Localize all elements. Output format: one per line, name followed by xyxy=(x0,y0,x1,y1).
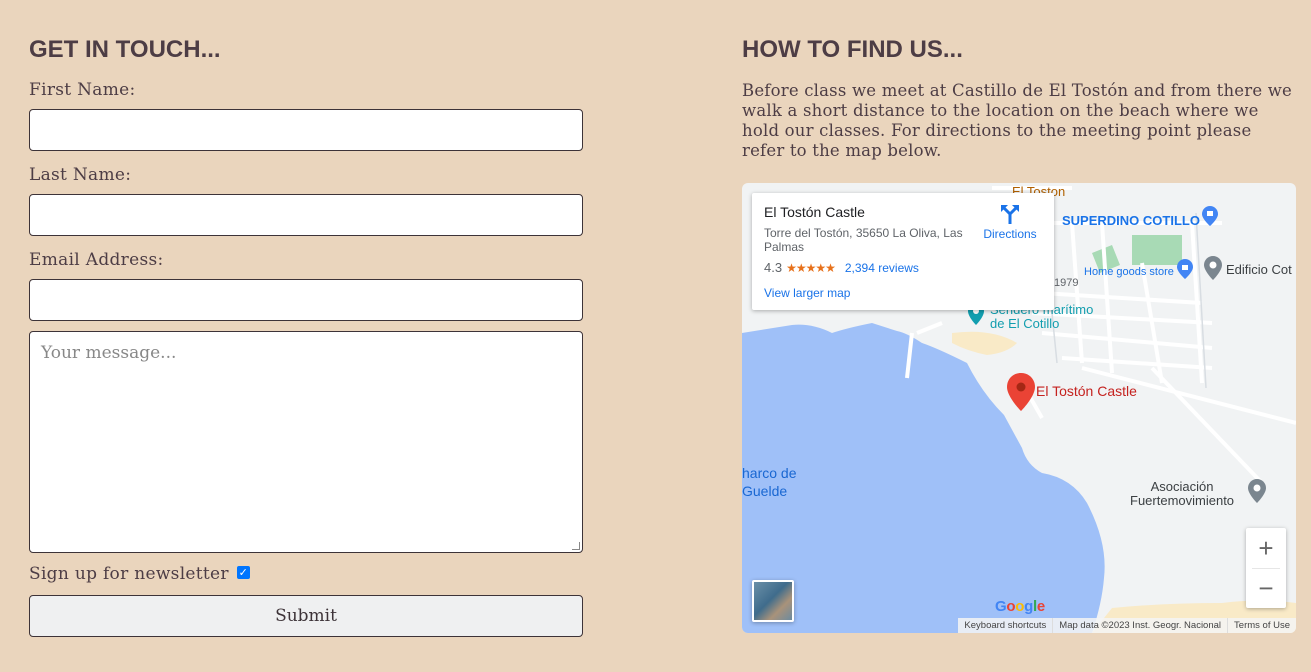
zoom-controls: + − xyxy=(1246,528,1286,608)
newsletter-label: Sign up for newsletter xyxy=(29,564,229,584)
terms-link[interactable]: Terms of Use xyxy=(1227,618,1296,633)
find-us-description: Before class we meet at Castillo de El T… xyxy=(742,81,1293,160)
place-rating: 4.3 ★★★★★ 2,394 reviews xyxy=(764,260,919,275)
map-data-text: Map data ©2023 Inst. Geogr. Nacional xyxy=(1052,618,1227,633)
google-logo: Google xyxy=(995,598,1045,615)
message-textarea[interactable]: Your message... xyxy=(29,331,583,553)
rating-value: 4.3 xyxy=(764,260,783,275)
map-label-asociacion[interactable]: Asociación Fuertemovimiento xyxy=(1130,480,1234,508)
place-address: Torre del Tostón, 35650 La Oliva, Las Pa… xyxy=(764,226,963,254)
store-pin-icon[interactable] xyxy=(1177,259,1193,279)
first-name-label: First Name: xyxy=(29,80,136,100)
directions-label: Directions xyxy=(983,227,1037,241)
map-label-castle[interactable]: El Tostón Castle xyxy=(1036,383,1137,399)
map-label-charco: harco de Guelde xyxy=(742,464,796,500)
map-label-home-goods[interactable]: Home goods store xyxy=(1084,266,1174,278)
zoom-divider xyxy=(1252,568,1280,569)
message-placeholder: Your message... xyxy=(41,343,177,363)
email-label: Email Address: xyxy=(29,250,164,270)
map-attribution: Keyboard shortcuts Map data ©2023 Inst. … xyxy=(958,618,1296,633)
submit-button[interactable]: Submit xyxy=(29,595,583,637)
charco-line-2: Guelde xyxy=(742,483,788,499)
sendero-line-2: de El Cotillo xyxy=(990,316,1060,331)
map-label-year: 1979 xyxy=(1054,277,1079,289)
satellite-toggle-button[interactable] xyxy=(752,580,794,622)
resize-handle[interactable] xyxy=(572,542,580,550)
place-info-card: El Tostón Castle Torre del Tostón, 35650… xyxy=(752,193,1054,310)
reviews-link[interactable]: 2,394 reviews xyxy=(845,261,919,275)
newsletter-checkbox[interactable]: ✓ xyxy=(236,565,250,579)
email-input[interactable] xyxy=(29,279,583,321)
asociacion-line-2: Fuertemovimiento xyxy=(1130,493,1235,508)
directions-icon xyxy=(1001,205,1019,224)
place-name: El Tostón Castle xyxy=(764,204,865,220)
shopping-pin-icon[interactable] xyxy=(1202,206,1218,226)
zoom-in-button[interactable]: + xyxy=(1246,528,1286,568)
location-marker-icon[interactable] xyxy=(1007,373,1035,411)
asociacion-line-1: Asociación xyxy=(1150,479,1214,494)
last-name-label: Last Name: xyxy=(29,165,132,185)
rating-stars-icon: ★★★★★ xyxy=(786,260,836,275)
newsletter-row: Sign up for newsletter ✓ xyxy=(29,563,583,585)
map-label-superdino[interactable]: SUPERDINO COTILLO xyxy=(1062,213,1200,228)
map-label-edificio[interactable]: Edificio Cot xyxy=(1226,262,1292,277)
find-us-section: HOW TO FIND US... Before class we meet a… xyxy=(742,34,1296,633)
contact-heading: GET IN TOUCH... xyxy=(29,36,221,63)
park-area xyxy=(1132,235,1182,265)
beach-patch xyxy=(952,331,1017,355)
building-pin-icon[interactable] xyxy=(1204,256,1222,280)
zoom-out-button[interactable]: − xyxy=(1246,568,1286,608)
view-larger-map-link[interactable]: View larger map xyxy=(764,286,850,300)
keyboard-shortcuts-link[interactable]: Keyboard shortcuts xyxy=(958,618,1052,633)
directions-button[interactable]: Directions xyxy=(980,203,1040,241)
last-name-input[interactable] xyxy=(29,194,583,236)
embedded-map[interactable]: El Toston SUPERDINO COTILLO Home goods s… xyxy=(742,183,1296,633)
contact-section: GET IN TOUCH... First Name: Last Name: E… xyxy=(29,34,583,637)
place-pin-icon[interactable] xyxy=(1248,479,1266,503)
first-name-input[interactable] xyxy=(29,109,583,151)
find-us-heading: HOW TO FIND US... xyxy=(742,36,963,63)
charco-line-1: harco de xyxy=(742,465,797,481)
